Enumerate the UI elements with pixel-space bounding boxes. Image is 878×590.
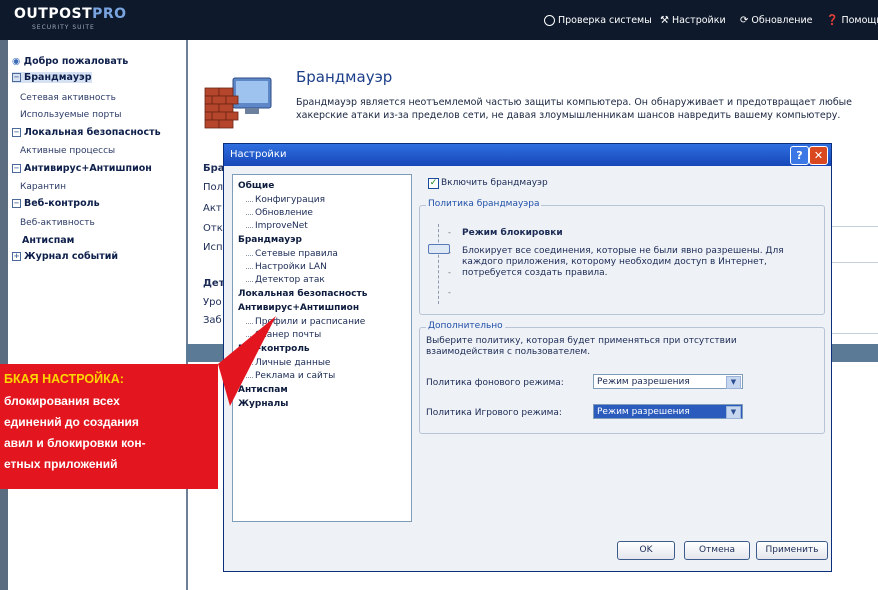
sidebar-item-local-security[interactable]: − Локальная безопасность: [12, 127, 161, 138]
app-logo: OUTPOSTPRO: [14, 6, 127, 22]
section-label: Акт: [203, 203, 222, 214]
sidebar-item-firewall[interactable]: − Брандмауэр: [12, 72, 92, 83]
policy-mode-title: Режим блокировки: [462, 228, 563, 238]
page-title: Брандмауэр: [296, 68, 393, 86]
callout-box: БКАЯ НАСТРОЙКА: блокирования всех единен…: [0, 364, 218, 489]
enable-firewall-label[interactable]: Включить брандмауэр: [441, 178, 548, 188]
callout-heading: БКАЯ НАСТРОЙКА:: [4, 372, 124, 386]
policy-slider-track[interactable]: [438, 224, 440, 304]
background-policy-select[interactable]: Режим разрешения ▼: [593, 374, 743, 389]
ok-button[interactable]: OK: [617, 541, 675, 560]
settings-dialog: Настройки ? ✕ Общие Конфигурация Обновле…: [223, 143, 832, 572]
sidebar-item-ports[interactable]: Используемые порты: [20, 110, 122, 120]
scan-icon: [544, 15, 555, 26]
section-label: Уро: [203, 297, 222, 308]
policy-group: Политика брандмауэра - - - - Режим блоки…: [419, 199, 825, 315]
advanced-description: Выберите политику, которая будет применя…: [426, 336, 737, 357]
divider: [830, 333, 878, 334]
enable-firewall-checkbox[interactable]: ✓: [428, 178, 439, 189]
refresh-icon: ⟳: [740, 15, 749, 26]
tree-item-update[interactable]: Обновление: [246, 208, 313, 218]
close-button[interactable]: ✕: [809, 146, 828, 165]
policy-slider-thumb[interactable]: [428, 244, 450, 254]
section-label: Пол: [203, 182, 224, 193]
page-description: Брандмауэр является неотъемлемой частью …: [296, 97, 853, 121]
slider-tick: -: [448, 268, 451, 277]
slider-tick: -: [448, 228, 451, 237]
sidebar-item-network-activity[interactable]: Сетевая активность: [20, 93, 116, 103]
callout-line: етных приложений: [4, 457, 118, 471]
collapse-icon[interactable]: −: [12, 128, 21, 137]
background-policy-label: Политика фонового режима:: [426, 378, 564, 388]
system-check-link[interactable]: Проверка системы: [544, 15, 652, 26]
sidebar-item-quarantine[interactable]: Карантин: [20, 182, 66, 192]
collapse-icon[interactable]: −: [12, 164, 21, 173]
home-icon: ◉: [12, 56, 21, 67]
sidebar-item-antispam[interactable]: Антиспам: [22, 235, 74, 246]
tree-item-configuration[interactable]: Конфигурация: [246, 195, 325, 205]
sidebar-item-welcome[interactable]: ◉ Добро пожаловать: [12, 56, 128, 67]
sidebar: [0, 40, 188, 590]
help-icon: ❓: [826, 15, 839, 26]
callout-pointer: [218, 316, 276, 406]
tree-item-lan-settings[interactable]: Настройки LAN: [246, 262, 327, 272]
settings-link[interactable]: ⚒ Настройки: [660, 15, 726, 26]
section-label: Отк: [203, 223, 223, 234]
sidebar-item-web-activity[interactable]: Веб-активность: [20, 218, 95, 228]
cancel-button[interactable]: Отмена: [684, 541, 750, 560]
divider: [830, 226, 878, 227]
app-header: OUTPOSTPRO SECURITY SUITE Проверка систе…: [0, 0, 878, 40]
slider-tick: -: [448, 288, 451, 297]
section-label: Бра: [203, 163, 225, 174]
sidebar-item-web-control[interactable]: − Веб-контроль: [12, 198, 100, 209]
advanced-group: Дополнительно Выберите политику, которая…: [419, 321, 825, 434]
divider: [830, 262, 878, 263]
tree-item-general[interactable]: Общие: [238, 181, 274, 191]
policy-group-label: Политика брандмауэра: [426, 199, 542, 209]
advanced-group-label: Дополнительно: [426, 321, 505, 331]
chevron-down-icon[interactable]: ▼: [726, 376, 741, 389]
tree-item-attack-detector[interactable]: Детектор атак: [246, 275, 325, 285]
window-edge: [0, 40, 8, 590]
game-policy-label: Политика Игрового режима:: [426, 408, 562, 418]
app-logo-subtitle: SECURITY SUITE: [32, 24, 95, 31]
collapse-icon[interactable]: −: [12, 199, 21, 208]
policy-mode-description: Блокирует все соединения, которые не был…: [462, 246, 784, 278]
apply-button[interactable]: Применить: [756, 541, 828, 560]
expand-icon[interactable]: +: [12, 252, 21, 261]
chevron-down-icon[interactable]: ▼: [726, 406, 741, 419]
game-policy-select[interactable]: Режим разрешения ▼: [593, 404, 743, 419]
dialog-titlebar[interactable]: Настройки ? ✕: [224, 144, 831, 166]
help-link[interactable]: ❓ Помощь: [826, 15, 878, 26]
update-link[interactable]: ⟳ Обновление: [740, 15, 813, 26]
sidebar-item-processes[interactable]: Активные процессы: [20, 146, 115, 156]
collapse-icon[interactable]: −: [12, 73, 21, 82]
dialog-title: Настройки: [230, 149, 287, 160]
tree-item-antivirus[interactable]: Антивирус+Антишпион: [238, 303, 359, 313]
tree-item-network-rules[interactable]: Сетевые правила: [246, 249, 338, 259]
callout-line: авил и блокировки кон-: [4, 436, 146, 450]
callout-line: единений до создания: [4, 415, 139, 429]
section-label: Дет: [203, 278, 225, 289]
tree-item-improvenet[interactable]: ImproveNet: [246, 221, 308, 231]
firewall-brick-icon: [204, 77, 272, 129]
slider-tick: -: [448, 248, 451, 257]
sidebar-item-antivirus[interactable]: − Антивирус+Антишпион: [12, 163, 152, 174]
section-label: Исп: [203, 242, 223, 253]
wrench-icon: ⚒: [660, 15, 669, 26]
tree-item-firewall[interactable]: Брандмауэр: [238, 235, 302, 245]
tree-item-local-security[interactable]: Локальная безопасность: [238, 289, 367, 299]
sidebar-item-event-log[interactable]: + Журнал событий: [12, 251, 118, 262]
callout-line: блокирования всех: [4, 394, 120, 408]
help-button[interactable]: ?: [790, 146, 809, 165]
